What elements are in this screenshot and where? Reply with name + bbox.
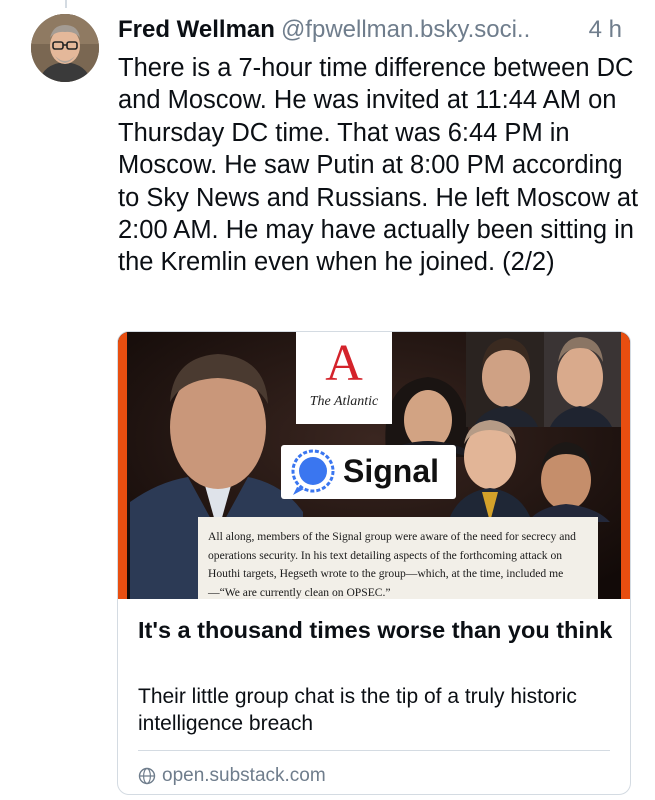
author-handle[interactable]: @fpwellman.bsky.soci.. — [281, 16, 530, 43]
link-card-divider — [138, 750, 610, 751]
article-quote-excerpt: All along, members of the Signal group w… — [208, 530, 576, 599]
post-text: There is a 7-hour time difference betwee… — [118, 54, 639, 277]
link-card-domain: open.substack.com — [162, 765, 326, 786]
link-card-thumbnail: A The Atlantic Signal All along, members… — [118, 332, 630, 599]
post-header: Fred Wellman @fpwellman.bsky.soci.. 4 h — [118, 16, 638, 50]
avatar-photo — [31, 14, 99, 82]
link-card-title[interactable]: It's a thousand times worse than you thi… — [138, 615, 618, 645]
signal-logo-box: Signal — [281, 445, 456, 499]
atlantic-logo: A The Atlantic — [296, 332, 392, 424]
link-card-domain-row[interactable]: open.substack.com — [138, 762, 326, 790]
atlantic-logo-name: The Atlantic — [309, 394, 379, 409]
atlantic-logo-letter: A — [325, 335, 363, 392]
signal-label: Signal — [343, 453, 440, 489]
post-timestamp[interactable]: 4 h — [589, 16, 622, 44]
link-card[interactable]: A The Atlantic Signal All along, members… — [117, 331, 631, 795]
signal-icon — [291, 449, 335, 495]
link-card-description: Their little group chat is the tip of a … — [138, 685, 577, 735]
globe-icon — [138, 767, 156, 785]
thread-connector-line — [65, 0, 67, 8]
author-name[interactable]: Fred Wellman — [118, 16, 275, 43]
avatar[interactable] — [31, 14, 99, 82]
